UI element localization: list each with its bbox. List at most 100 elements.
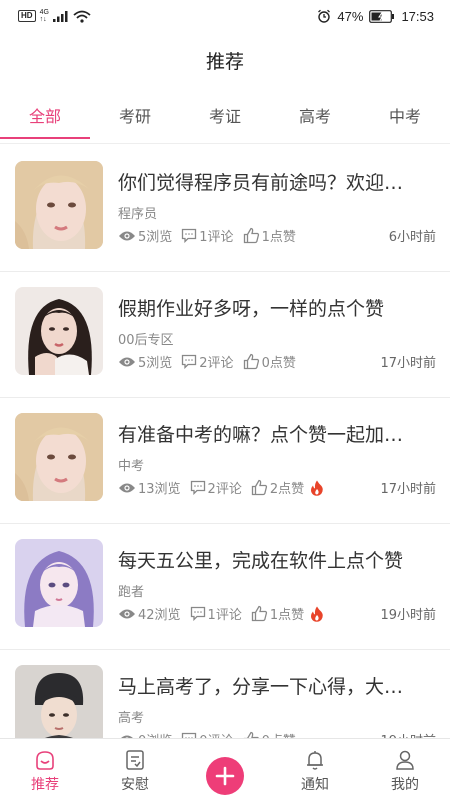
comments-stat[interactable]: 0评论 xyxy=(181,730,234,738)
nav-recommend[interactable]: 推荐 xyxy=(0,739,90,800)
nav-profile[interactable]: 我的 xyxy=(360,739,450,800)
fire-icon xyxy=(311,480,323,496)
likes-stat[interactable]: 0点赞 xyxy=(243,352,296,371)
nav-add[interactable] xyxy=(180,739,270,800)
network-type: 4G ↑↓ xyxy=(40,9,49,23)
blonde-girl-avatar xyxy=(15,161,103,249)
post-category[interactable]: 00后专区 xyxy=(118,329,174,348)
post-title[interactable]: 有准备中考的嘛？点个赞一起加油吧 xyxy=(118,420,418,447)
post-meta: 5浏览 2评论 0点赞 17小时前 xyxy=(118,352,436,371)
likes-stat[interactable]: 1点赞 xyxy=(243,226,296,245)
alarm-icon xyxy=(318,9,331,23)
thumbs-up-icon xyxy=(243,353,259,370)
battery-icon xyxy=(369,9,395,23)
views-stat: 5浏览 xyxy=(118,226,172,245)
signal-icon xyxy=(52,11,68,22)
status-bar: HD 4G ↑↓ 47% 17:53 xyxy=(0,0,450,32)
post-category[interactable]: 程序员 xyxy=(118,203,157,222)
nav-comfort-label: 安慰 xyxy=(121,777,149,793)
nav-comfort[interactable]: 安慰 xyxy=(90,739,180,800)
post-meta: 42浏览 1评论 1点赞 19小时前 xyxy=(118,604,436,623)
post-title[interactable]: 假期作业好多呀，一样的点个赞 xyxy=(118,294,418,321)
post-item[interactable]: 你们觉得程序员有前途吗？欢迎大家一起讨论 程序员 5浏览 1评论 1点赞 6小时… xyxy=(0,146,450,272)
views-count: 13浏览 xyxy=(138,482,181,497)
comment-icon xyxy=(182,354,197,369)
hd-badge: HD xyxy=(18,10,36,22)
thumbs-up-icon xyxy=(251,479,267,496)
tab-all[interactable]: 全部 xyxy=(0,98,90,143)
comment-icon xyxy=(190,480,205,495)
bell-icon xyxy=(307,751,323,770)
post-avatar[interactable] xyxy=(15,665,103,738)
likes-count: 0点赞 xyxy=(261,356,296,371)
post-meta: 13浏览 2评论 2点赞 17小时前 xyxy=(118,478,436,497)
post-category[interactable]: 高考 xyxy=(118,707,144,726)
nav-notifications-label: 通知 xyxy=(301,777,329,793)
likes-stat[interactable]: 0点赞 xyxy=(243,730,296,738)
add-post-button[interactable] xyxy=(206,757,244,795)
purple-hair-girl-avatar xyxy=(15,539,103,627)
comments-stat[interactable]: 1评论 xyxy=(190,604,242,623)
bottom-nav: 推荐 安慰 通知 我的 xyxy=(0,738,450,800)
post-avatar[interactable] xyxy=(15,287,103,375)
battery-percent: 47% xyxy=(337,8,364,24)
comments-count: 1评论 xyxy=(207,608,242,623)
views-count: 5浏览 xyxy=(138,230,173,245)
comments-count: 2评论 xyxy=(199,356,234,371)
clock-time: 17:53 xyxy=(401,8,434,24)
wifi-icon xyxy=(73,10,91,23)
boy-beanie-avatar xyxy=(15,665,103,738)
comments-count: 2评论 xyxy=(207,482,242,497)
thumbs-up-icon xyxy=(243,227,259,244)
thumbs-up-icon xyxy=(243,731,259,738)
post-item[interactable]: 假期作业好多呀，一样的点个赞 00后专区 5浏览 2评论 0点赞 17小时前 xyxy=(0,272,450,398)
comments-stat[interactable]: 1评论 xyxy=(181,226,234,245)
post-avatar[interactable] xyxy=(15,539,103,627)
page-title: 推荐 xyxy=(205,51,244,73)
likes-count: 1点赞 xyxy=(261,230,296,245)
post-title[interactable]: 你们觉得程序员有前途吗？欢迎大家一起讨论 xyxy=(118,168,418,195)
tab-gaokao[interactable]: 高考 xyxy=(270,98,360,143)
post-title[interactable]: 每天五公里，完成在软件上点个赞 xyxy=(118,546,418,573)
hot-badge xyxy=(310,480,326,496)
likes-count: 1点赞 xyxy=(269,608,305,623)
post-avatar[interactable] xyxy=(15,413,103,501)
tab-zhongkao[interactable]: 中考 xyxy=(360,98,450,143)
post-time: 19小时前 xyxy=(380,608,436,623)
likes-stat[interactable]: 2点赞 xyxy=(251,478,304,497)
post-avatar[interactable] xyxy=(15,161,103,249)
post-item[interactable]: 有准备中考的嘛？点个赞一起加油吧 中考 13浏览 2评论 2点赞 17小时前 xyxy=(0,398,450,524)
tab-postgrad[interactable]: 考研 xyxy=(90,98,180,143)
post-title[interactable]: 马上高考了，分享一下心得，大家加油 xyxy=(118,672,418,699)
status-right: 47% 17:53 xyxy=(317,9,434,24)
category-tabs: 全部 考研 考证 高考 中考 xyxy=(0,98,450,144)
comment-icon xyxy=(190,606,205,621)
nav-notifications[interactable]: 通知 xyxy=(270,739,360,800)
tab-certificate[interactable]: 考证 xyxy=(180,98,270,143)
recommend-icon xyxy=(36,751,54,770)
eye-icon xyxy=(119,231,135,240)
post-category[interactable]: 跑者 xyxy=(118,581,144,600)
likes-stat[interactable]: 1点赞 xyxy=(251,604,304,623)
thumbs-up-icon xyxy=(251,605,267,622)
comments-stat[interactable]: 2评论 xyxy=(190,478,242,497)
views-stat: 13浏览 xyxy=(118,478,181,497)
comments-stat[interactable]: 2评论 xyxy=(181,352,234,371)
comfort-icon xyxy=(126,750,144,770)
post-item[interactable]: 马上高考了，分享一下心得，大家加油 高考 0浏览 0评论 0点赞 19小时前 xyxy=(0,650,450,738)
network-arrows: ↑↓ xyxy=(39,16,47,23)
eye-icon xyxy=(119,609,135,618)
likes-count: 0点赞 xyxy=(262,730,296,738)
post-time: 19小时前 xyxy=(380,730,436,738)
post-category[interactable]: 中考 xyxy=(118,455,144,474)
nav-recommend-label: 推荐 xyxy=(31,777,59,793)
post-meta: 5浏览 1评论 1点赞 6小时前 xyxy=(118,226,436,245)
eye-icon xyxy=(119,483,135,492)
post-item[interactable]: 每天五公里，完成在软件上点个赞 跑者 42浏览 1评论 1点赞 19小时前 xyxy=(0,524,450,650)
post-time: 17小时前 xyxy=(380,356,436,371)
views-count: 0浏览 xyxy=(138,730,172,738)
comments-count: 0评论 xyxy=(199,730,233,738)
views-stat: 42浏览 xyxy=(118,604,181,623)
post-feed[interactable]: 你们觉得程序员有前途吗？欢迎大家一起讨论 程序员 5浏览 1评论 1点赞 6小时… xyxy=(0,146,450,738)
views-stat: 5浏览 xyxy=(118,352,172,371)
